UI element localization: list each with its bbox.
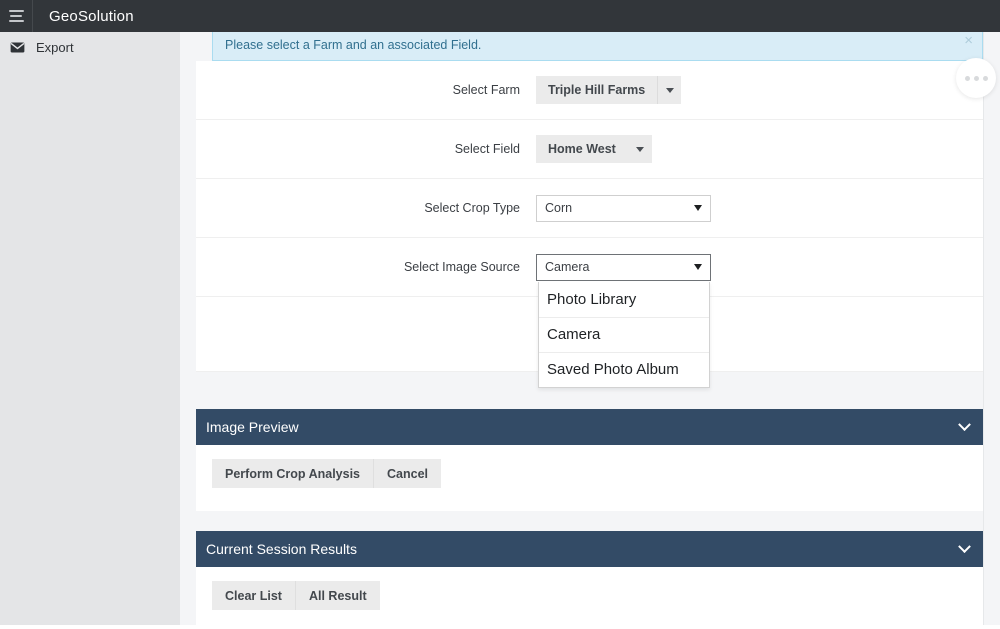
select-field-dropdown[interactable]: Home West — [536, 135, 652, 163]
panel-session-header[interactable]: Current Session Results — [196, 531, 983, 567]
select-image-source-label: Select Image Source — [196, 260, 536, 274]
envelope-icon — [10, 42, 25, 53]
form-row-field: Select Field Home West — [196, 120, 983, 179]
chevron-down-icon[interactable] — [958, 418, 971, 431]
panel-session-title: Current Session Results — [206, 541, 357, 557]
chevron-down-icon — [628, 135, 652, 163]
panel-current-session-results: Current Session Results Clear List All R… — [196, 531, 983, 629]
select-farm-dropdown[interactable]: Triple Hill Farms — [536, 76, 681, 104]
chevron-down-icon — [694, 205, 702, 211]
panel-session-body: Clear List All Result — [196, 567, 983, 629]
image-preview-button-group: Perform Crop Analysis Cancel — [212, 459, 441, 488]
sidebar-gutter — [180, 32, 196, 625]
select-field-label: Select Field — [196, 142, 536, 156]
vertical-scrollbar[interactable] — [983, 32, 1000, 625]
panel-image-preview-title: Image Preview — [206, 419, 299, 435]
chevron-down-icon[interactable] — [958, 540, 971, 553]
image-source-option-photo-library[interactable]: Photo Library — [539, 282, 709, 317]
select-farm-label: Select Farm — [196, 83, 536, 97]
image-source-option-saved-photo-album[interactable]: Saved Photo Album — [539, 352, 709, 387]
top-app-bar: GeoSolution — [0, 0, 1000, 32]
image-source-select[interactable]: Camera Photo Library Camera Saved Photo … — [536, 254, 711, 281]
crop-type-select[interactable]: Corn — [536, 195, 711, 222]
image-source-value: Camera — [545, 260, 589, 274]
select-farm-value: Triple Hill Farms — [536, 76, 657, 104]
hamburger-line — [9, 10, 24, 12]
sidebar-item-label: Export — [36, 40, 74, 55]
chevron-down-icon — [694, 264, 702, 270]
form-row-crop-type: Select Crop Type Corn — [196, 179, 983, 238]
sidebar: Export — [0, 32, 180, 625]
app-title: GeoSolution — [33, 8, 134, 25]
clear-list-button[interactable]: Clear List — [212, 581, 295, 610]
hamburger-line — [10, 15, 22, 17]
all-result-button[interactable]: All Result — [295, 581, 380, 610]
main-content: Please select a Farm and an associated F… — [196, 32, 983, 625]
hamburger-line — [9, 20, 24, 22]
ellipsis-dot — [965, 76, 970, 81]
sidebar-item-export[interactable]: Export — [0, 32, 180, 62]
crop-type-value: Corn — [545, 201, 572, 215]
close-icon[interactable]: × — [964, 33, 973, 48]
form-row-image-source: Select Image Source Camera Photo Library… — [196, 238, 983, 297]
ellipsis-icon[interactable] — [956, 58, 996, 98]
panel-image-preview-body: Perform Crop Analysis Cancel — [196, 445, 983, 511]
ellipsis-dot — [983, 76, 988, 81]
cancel-button[interactable]: Cancel — [373, 459, 441, 488]
panel-image-preview-header[interactable]: Image Preview — [196, 409, 983, 445]
ellipsis-dot — [974, 76, 979, 81]
image-source-options-popup: Photo Library Camera Saved Photo Album — [538, 282, 710, 388]
select-field-value: Home West — [536, 135, 628, 163]
perform-crop-analysis-button[interactable]: Perform Crop Analysis — [212, 459, 373, 488]
session-button-group: Clear List All Result — [212, 581, 380, 610]
alert-message: Please select a Farm and an associated F… — [225, 38, 481, 52]
form-row-farm: Select Farm Triple Hill Farms — [196, 61, 983, 120]
chevron-down-icon — [657, 76, 681, 104]
image-source-option-camera[interactable]: Camera — [539, 317, 709, 352]
selection-form-panel: Select Farm Triple Hill Farms Select Fie… — [196, 61, 983, 372]
panel-image-preview: Image Preview Perform Crop Analysis Canc… — [196, 409, 983, 511]
hamburger-icon[interactable] — [0, 0, 32, 32]
select-crop-type-label: Select Crop Type — [196, 201, 536, 215]
